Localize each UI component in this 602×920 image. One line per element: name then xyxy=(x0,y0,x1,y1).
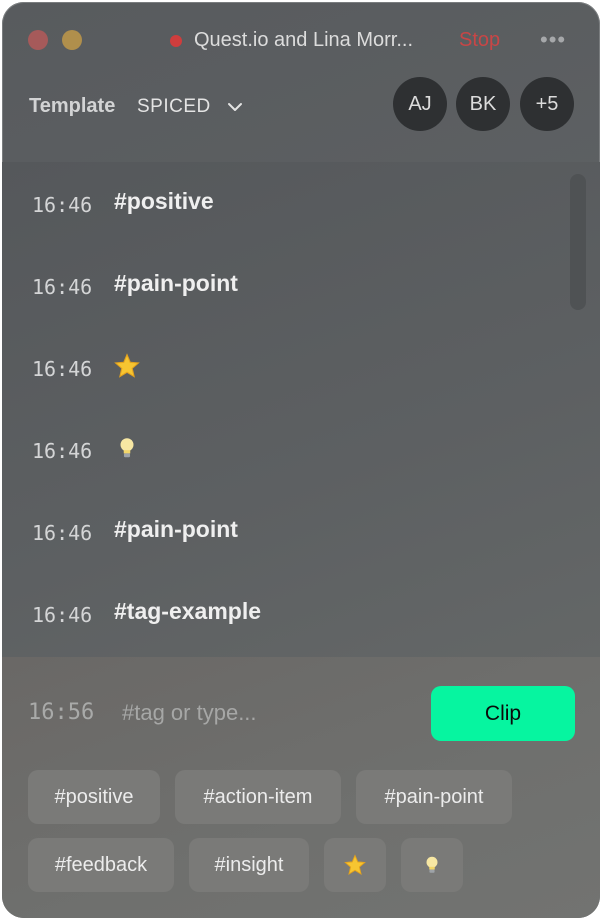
participant-avatar[interactable]: BK xyxy=(456,77,510,131)
entry-tag: #pain-point xyxy=(114,270,238,296)
template-value: SPICED xyxy=(137,96,211,117)
entry-tag: #pain-point xyxy=(114,516,238,542)
template-dropdown[interactable]: SPICED xyxy=(137,92,243,122)
entry-tag: #tag-example xyxy=(114,598,262,624)
title-bar: Quest.io and Lina Morr... Stop ••• xyxy=(2,2,600,80)
entry-time: 16:46 xyxy=(32,357,93,381)
chevron-down-icon xyxy=(227,103,242,111)
entry-tag: #positive xyxy=(114,188,214,214)
tag-timeline-list xyxy=(2,162,600,657)
entry-time: 16:46 xyxy=(32,193,93,217)
quick-lightbulb-chip[interactable] xyxy=(401,838,463,892)
list-scrollbar[interactable] xyxy=(570,174,586,310)
timeline-entry[interactable]: 16:46 xyxy=(2,338,562,398)
quick-tag-chip[interactable]: #action-item xyxy=(175,770,341,824)
close-window-button[interactable] xyxy=(28,30,48,50)
current-time: 16:56 xyxy=(28,700,95,725)
stop-button[interactable]: Stop xyxy=(459,29,500,52)
more-options-icon[interactable]: ••• xyxy=(540,27,566,53)
entry-time: 16:46 xyxy=(32,521,93,545)
timeline-entry[interactable]: 16:46 #tag-example xyxy=(2,584,562,644)
quick-star-chip[interactable] xyxy=(324,838,386,892)
timeline-entry[interactable]: 16:46 #pain-point xyxy=(2,256,562,316)
lightbulb-icon xyxy=(120,438,134,458)
star-icon xyxy=(344,854,366,875)
quick-tag-chip[interactable]: #pain-point xyxy=(356,770,512,824)
star-icon xyxy=(114,353,140,378)
timeline-entry[interactable]: 16:46 #positive xyxy=(2,174,562,234)
lightbulb-icon xyxy=(426,856,438,873)
quick-tag-chip[interactable]: #insight xyxy=(189,838,309,892)
quick-tag-chip[interactable]: #positive xyxy=(28,770,160,824)
tag-input[interactable] xyxy=(120,692,424,734)
clip-button[interactable]: Clip xyxy=(431,686,575,741)
recording-indicator-icon xyxy=(170,35,182,47)
entry-time: 16:46 xyxy=(32,439,93,463)
template-label: Template xyxy=(29,95,116,117)
meeting-title: Quest.io and Lina Morr... xyxy=(194,29,414,51)
participant-avatar[interactable]: AJ xyxy=(393,77,447,131)
entry-time: 16:46 xyxy=(32,603,93,627)
recorder-window: Quest.io and Lina Morr... Stop ••• Templ… xyxy=(2,2,600,918)
minimize-window-button[interactable] xyxy=(62,30,82,50)
timeline-entry[interactable]: 16:46 #pain-point xyxy=(2,502,562,562)
entry-time: 16:46 xyxy=(32,275,93,299)
more-participants-avatar[interactable]: +5 xyxy=(520,77,574,131)
quick-tag-chip[interactable]: #feedback xyxy=(28,838,174,892)
timeline-entry[interactable]: 16:46 xyxy=(2,420,562,480)
